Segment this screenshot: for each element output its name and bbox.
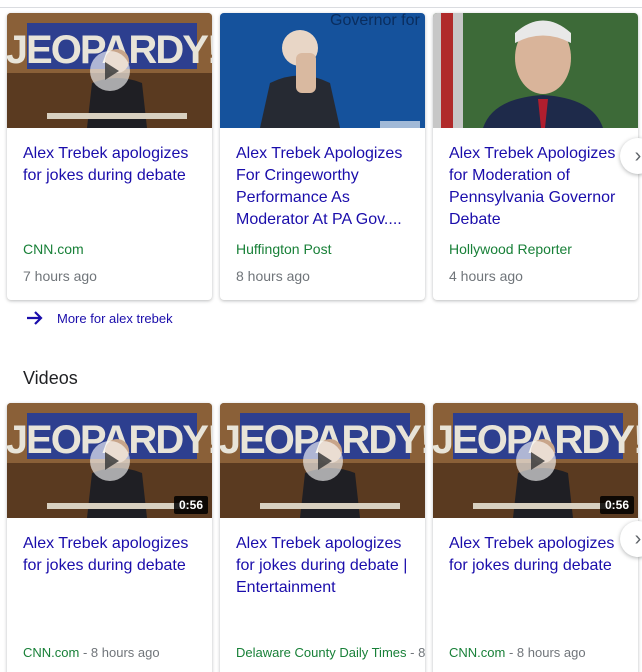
video-duration: 0:56 xyxy=(173,496,208,514)
video-card-1[interactable]: JEOPARDY! 0:56 Alex Trebek apologizes fo… xyxy=(7,403,212,672)
chevron-right-icon: › xyxy=(634,527,642,550)
meta-separator: - xyxy=(79,645,91,660)
arrow-right-icon xyxy=(27,311,43,325)
meta-separator: - xyxy=(406,645,419,660)
story-source: Hollywood Reporter xyxy=(449,241,572,257)
video-thumbnail-1: JEOPARDY! 0:56 xyxy=(7,403,212,518)
video-title[interactable]: Alex Trebek apologizes for jokes during … xyxy=(23,533,204,577)
video-thumbnail-3: JEOPARDY! 0:56 xyxy=(433,403,638,518)
more-stories-link[interactable]: More for alex trebek xyxy=(25,308,173,328)
chevron-right-icon: › xyxy=(634,144,642,167)
story-card-1[interactable]: JEOPARDY! Alex Trebek apologizes for jok… xyxy=(7,13,212,300)
story-title[interactable]: Alex Trebek Apologizes for Moderation of… xyxy=(449,143,630,231)
play-icon[interactable] xyxy=(89,441,130,481)
play-icon[interactable] xyxy=(302,441,343,481)
videos-heading: Videos xyxy=(23,368,78,388)
story-time: 4 hours ago xyxy=(449,268,523,284)
top-divider xyxy=(0,7,642,8)
story-card-3[interactable]: Alex Trebek Apologizes for Moderation of… xyxy=(433,13,638,300)
video-duration: 0:56 xyxy=(599,496,634,514)
video-source: CNN.com xyxy=(23,645,80,660)
story-time: 7 hours ago xyxy=(23,268,97,284)
story-source: CNN.com xyxy=(23,241,84,257)
video-card-3[interactable]: JEOPARDY! 0:56 Alex Trebek apologizes fo… xyxy=(433,403,638,672)
play-icon[interactable] xyxy=(515,441,556,481)
video-meta: CNN.com - 8 hours ago xyxy=(449,643,586,663)
story-source: Huffington Post xyxy=(236,241,332,257)
video-source: CNN.com xyxy=(449,645,506,660)
meta-separator: - xyxy=(505,645,517,660)
governor-debate-image: Governor for xyxy=(220,13,425,128)
trebek-portrait-image xyxy=(433,13,638,128)
story-thumbnail-3 xyxy=(433,13,638,128)
video-source: Delaware County Daily Times xyxy=(236,645,407,660)
backdrop-text: Governor for xyxy=(330,13,420,29)
story-thumbnail-2: Governor for xyxy=(220,13,425,128)
video-time: 8 hours ago xyxy=(90,645,160,660)
video-time: 8 hours ago xyxy=(516,645,586,660)
video-card-2[interactable]: JEOPARDY! Alex Trebek apologizes for jok… xyxy=(220,403,425,672)
video-meta: CNN.com - 8 hours ago xyxy=(23,643,160,663)
video-thumbnail-2: JEOPARDY! xyxy=(220,403,425,518)
story-title[interactable]: Alex Trebek apologizes for jokes during … xyxy=(23,143,204,187)
more-link-label: More for alex trebek xyxy=(57,310,173,326)
story-title[interactable]: Alex Trebek Apologizes For Cringeworthy … xyxy=(236,143,417,231)
video-meta: Delaware County Daily Times - 8 xyxy=(236,643,425,663)
video-time: 8 xyxy=(418,645,425,660)
video-title[interactable]: Alex Trebek apologizes for jokes during … xyxy=(236,533,417,599)
story-thumbnail-1: JEOPARDY! xyxy=(7,13,212,128)
story-card-2[interactable]: Governor for Alex Trebek Apologizes For … xyxy=(220,13,425,300)
story-time: 8 hours ago xyxy=(236,268,310,284)
play-icon[interactable] xyxy=(89,51,130,91)
video-title[interactable]: Alex Trebek apologizes for jokes during … xyxy=(449,533,630,577)
